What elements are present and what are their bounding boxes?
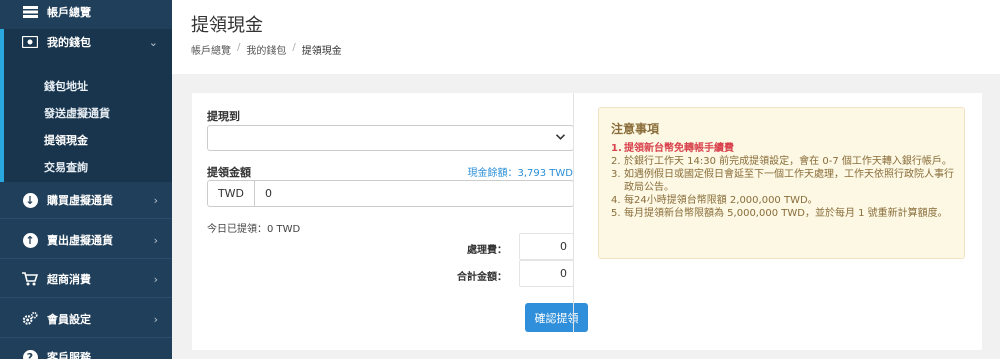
breadcrumb-separator: / [292,42,296,53]
confirm-withdraw-button[interactable]: 確認提領 [525,303,588,332]
notice-item: 1. 提領新台幣免轉帳手續費 [611,143,734,154]
sidebar-subitem-transactions[interactable]: 交易查詢 [44,159,88,175]
notice-item-text: 每月提領新台幣限額為 5,000,000 TWD，並於每月 1 號重新計算額度。 [624,208,948,219]
sidebar-item-label: 購買虛擬通貨 [47,194,113,207]
fee-label: 處理費： [467,245,507,256]
notice-item-text: 提領新台幣免轉帳手續費 [624,143,734,154]
withdraw-to-label: 提現到 [207,110,240,123]
withdraw-to-select[interactable] [207,125,574,151]
breadcrumb: 帳戶總覽 / 我的錢包 / 提領現金 [191,42,342,57]
today-withdrawn: 今日已提領：0 TWD [207,224,301,235]
notice-item-text: 於銀行工作天 14:30 前完成提領設定，會在 0-7 個工作天轉入銀行帳戶。 [624,156,952,167]
withdraw-panel: 提現到 提領金額 現金餘額：3,793 TWD TWD 0 今日已提領：0 TW… [192,93,982,350]
amount-label: 提領金額 [207,166,251,179]
total-value: 0 [519,260,574,287]
sidebar-item-overview[interactable]: 帳戶總覽 [0,3,172,21]
chevron-right-icon: › [153,233,158,247]
breadcrumb-separator: / [237,42,241,53]
sidebar-item-buy-crypto[interactable]: ↓ 購買虛擬通貨 › [0,191,172,209]
page-header: 提領現金 帳戶總覽 / 我的錢包 / 提領現金 [172,0,1000,74]
total-label: 合計金額： [457,272,507,283]
sidebar-active-indicator [0,29,4,182]
notice-item-text: 每24小時提領台幣限額 2,000,000 TWD。 [624,195,818,206]
chevron-right-icon: › [153,272,158,286]
notice-item-text: 如遇例假日或國定假日會延至下一個工作天處理，工作天依照行政院人事行政局公告。 [624,169,954,193]
sidebar-subitem-withdraw-cash[interactable]: 提領現金 [44,132,88,148]
wallet-icon [22,34,38,50]
chevron-down-icon [555,132,566,143]
amount-input-group: TWD 0 [207,180,574,207]
gears-icon [22,311,38,327]
amount-input[interactable]: 0 [255,181,573,206]
sidebar-subitem-wallet-address[interactable]: 錢包地址 [44,78,88,94]
sidebar: 帳戶總覽 我的錢包 ⌄ 錢包地址 發送虛擬通貨 提領現金 交易查詢 ↓ 購買虛擬… [0,0,172,359]
notice-list: 1. 提領新台幣免轉帳手續費 2. 於銀行工作天 14:30 前完成提領設定，會在 … [611,142,956,220]
sidebar-item-label: 帳戶總覽 [47,6,91,19]
fee-value: 0 [519,233,574,260]
sidebar-item-label: 會員設定 [47,313,91,326]
notice-item: 2. 於銀行工作天 14:30 前完成提領設定，會在 0-7 個工作天轉入銀行帳戶… [611,156,952,167]
sidebar-divider [0,297,172,298]
notice-item: 4. 每24小時提領台幣限額 2,000,000 TWD。 [611,195,818,206]
sidebar-item-convenience-store[interactable]: 超商消費 › [0,270,172,288]
breadcrumb-item-wallet[interactable]: 我的錢包 [246,42,286,57]
sidebar-item-label: 客戶服務 [47,351,91,359]
breadcrumb-item-current: 提領現金 [301,46,342,57]
notice-title: 注意事項 [611,122,660,136]
chevron-right-icon: › [153,193,158,207]
currency-addon: TWD [208,181,255,206]
arrow-down-circle-icon: ↓ [22,192,38,208]
notice-item: 3. 如遇例假日或國定假日會延至下一個工作天處理，工作天依照行政院人事行政局公告。 [611,169,954,193]
notice-box: 注意事項 1. 提領新台幣免轉帳手續費 2. 於銀行工作天 14:30 前完成提領設… [598,107,965,259]
list-icon [22,4,38,20]
cart-icon [22,271,38,287]
cash-balance: 現金餘額：3,793 TWD [467,168,573,179]
sidebar-item-customer-service[interactable]: ? 客戶服務 [0,348,172,359]
support-icon: ? [22,349,38,359]
chevron-down-icon: ⌄ [148,35,158,49]
sidebar-item-sell-crypto[interactable]: ↑ 賣出虛擬通貨 › [0,231,172,249]
breadcrumb-item-overview[interactable]: 帳戶總覽 [191,42,231,57]
page-title: 提領現金 [191,15,263,36]
sidebar-divider [0,337,172,338]
arrow-up-circle-icon: ↑ [22,232,38,248]
chevron-right-icon: › [153,312,158,326]
notice-item: 5. 每月提領新台幣限額為 5,000,000 TWD，並於每月 1 號重新計算額… [611,208,948,219]
sidebar-item-label: 我的錢包 [47,36,91,49]
form-divider [573,93,574,333]
sidebar-divider [0,218,172,219]
sidebar-item-label: 賣出虛擬通貨 [47,234,113,247]
sidebar-item-member-settings[interactable]: 會員設定 › [0,310,172,328]
sidebar-item-label: 超商消費 [47,273,91,286]
sidebar-divider [0,258,172,259]
withdraw-form: 提現到 提領金額 現金餘額：3,793 TWD TWD 0 今日已提領：0 TW… [207,93,588,350]
sidebar-subitem-send-crypto[interactable]: 發送虛擬通貨 [44,105,110,121]
